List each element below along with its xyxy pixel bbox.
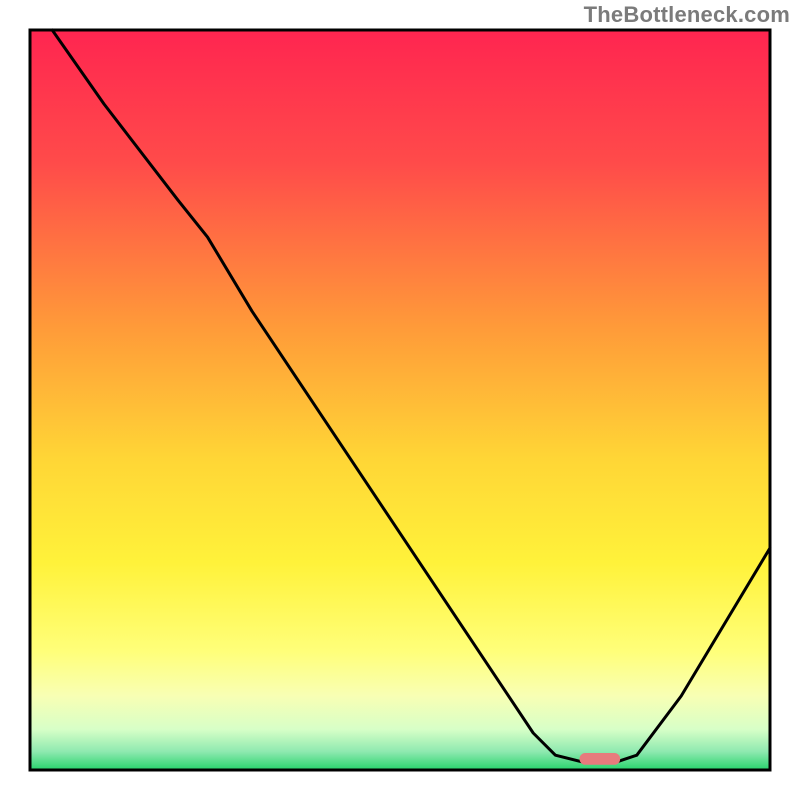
chart-container: TheBottleneck.com <box>0 0 800 800</box>
watermark-text: TheBottleneck.com <box>584 2 790 28</box>
bottleneck-chart <box>0 0 800 800</box>
plot-background <box>30 30 770 770</box>
optimum-marker <box>580 753 621 765</box>
